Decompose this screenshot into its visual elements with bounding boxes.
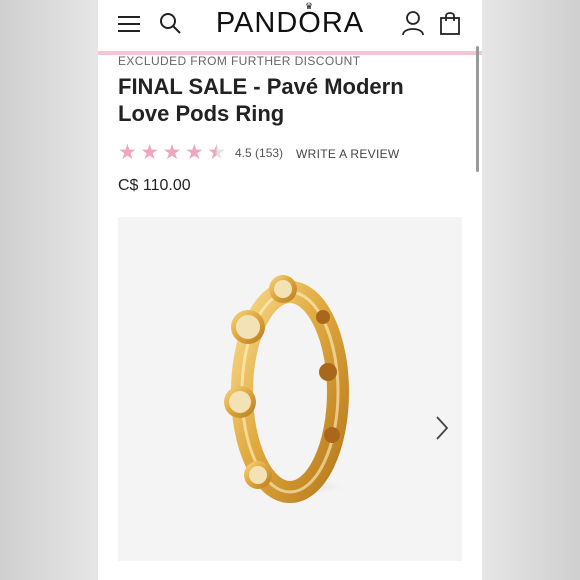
product-price: C$ 110.00 [118, 177, 191, 194]
rating-summary[interactable]: 4.5 (153) [235, 146, 283, 160]
product-title: FINAL SALE - Pavé Modern Love Pods Ring [118, 74, 404, 126]
half-star-icon: ★ [207, 141, 226, 164]
product-image-gallery[interactable] [118, 217, 462, 561]
product-ring-image [224, 275, 351, 503]
brand-logo-text: PANDORA [215, 7, 365, 39]
hamburger-menu-icon[interactable] [118, 16, 140, 32]
search-icon[interactable] [158, 11, 182, 35]
chevron-right-icon[interactable] [430, 411, 454, 445]
review-count: (153) [255, 146, 284, 160]
write-review-link[interactable]: WRITE A REVIEW [296, 147, 400, 161]
star-icon: ★ [140, 141, 160, 164]
scrollbar[interactable] [476, 46, 479, 172]
crown-icon: ♛ [305, 1, 315, 11]
account-icon[interactable] [401, 10, 425, 36]
background-right [482, 0, 580, 580]
mobile-page: ♛ PANDORA EXCLUDED FROM FURTHER DISCOUNT… [98, 0, 482, 580]
rating-value: 4.5 [235, 146, 252, 160]
brand-logo[interactable]: ♛ PANDORA [210, 2, 370, 40]
discount-notice: EXCLUDED FROM FURTHER DISCOUNT [118, 54, 361, 68]
site-header: ♛ PANDORA [98, 0, 482, 52]
background-left [0, 0, 98, 580]
shopping-bag-icon[interactable] [438, 10, 462, 36]
star-rating[interactable]: ★ ★ ★ ★ ★ [118, 141, 226, 164]
star-icon: ★ [118, 141, 137, 164]
star-icon: ★ [162, 141, 182, 164]
star-icon: ★ [184, 141, 204, 164]
